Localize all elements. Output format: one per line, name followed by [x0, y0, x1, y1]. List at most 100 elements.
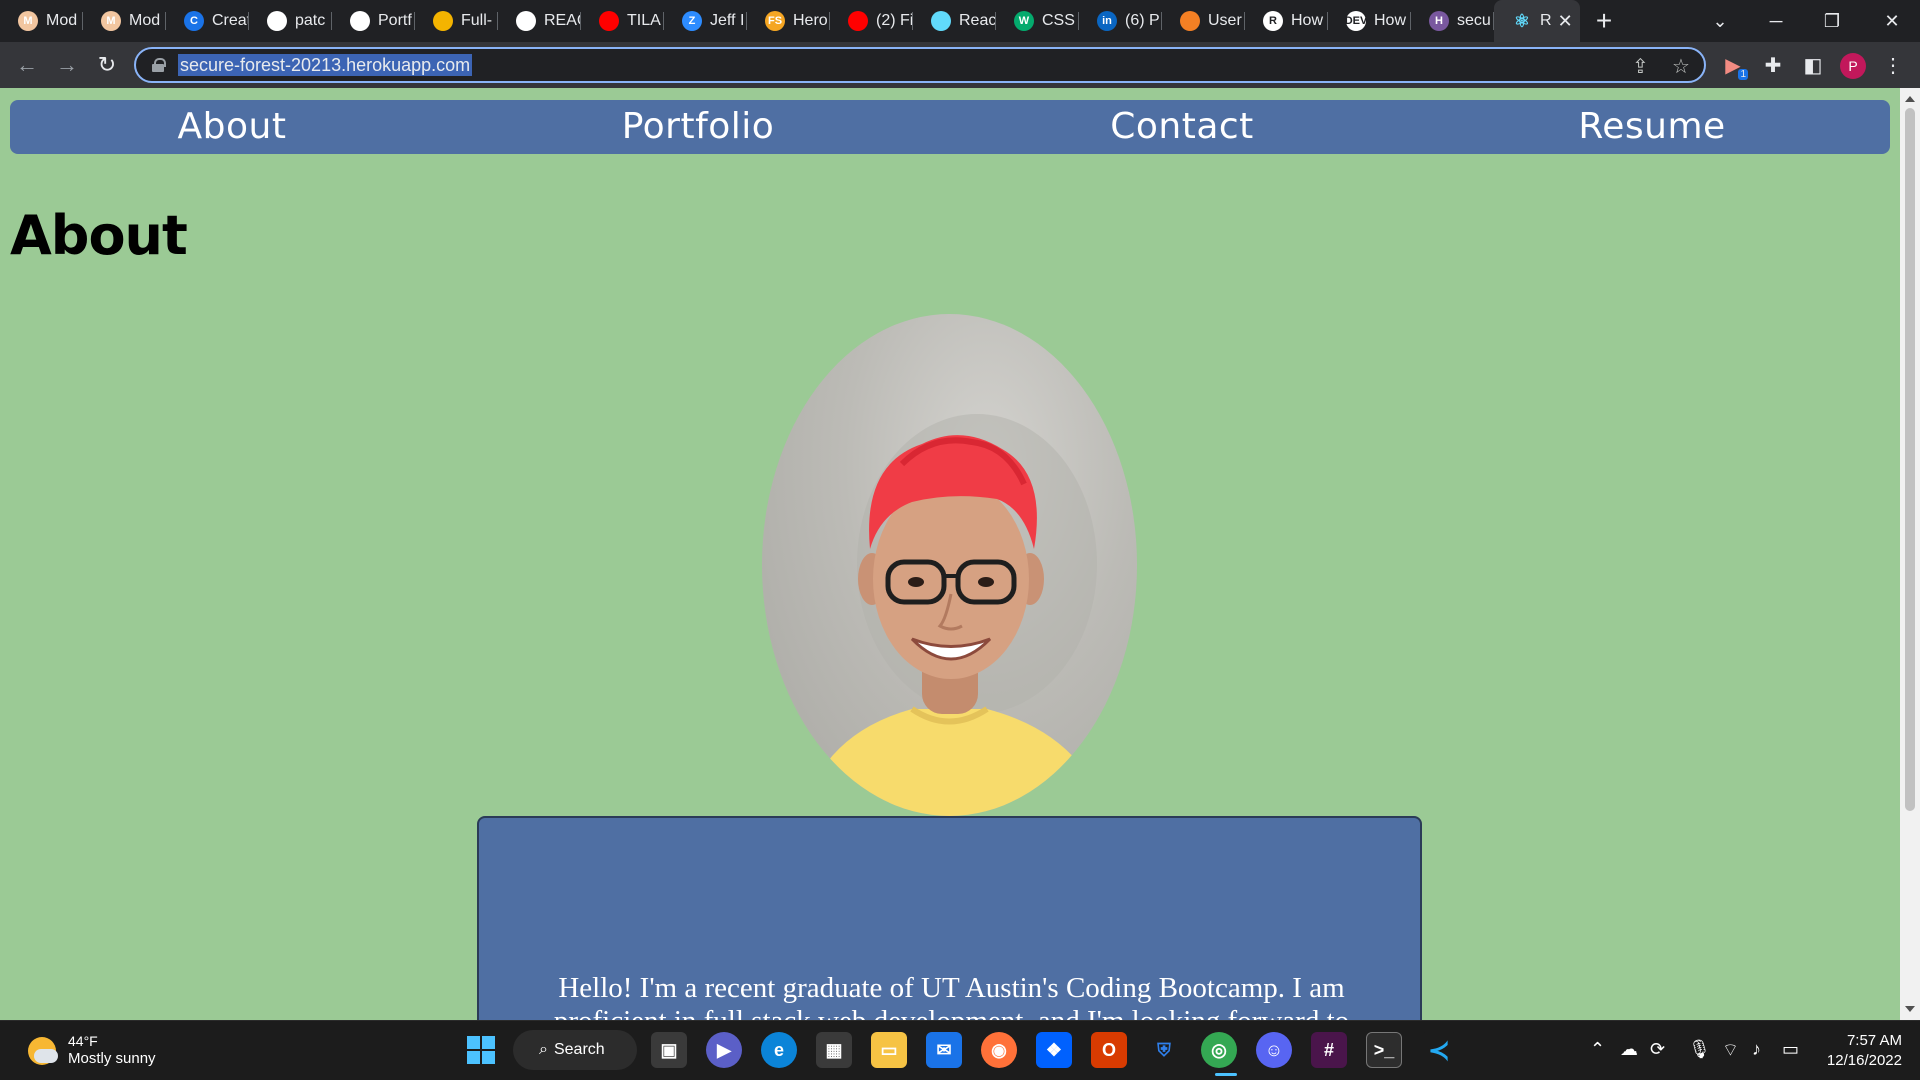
tab-label: patc: [295, 12, 326, 29]
side-panel-icon[interactable]: ◧: [1800, 52, 1826, 78]
heroku-icon: H: [1429, 11, 1449, 31]
dropbox-icon[interactable]: ❖: [1036, 1032, 1072, 1068]
tab-label: Mod: [46, 12, 78, 29]
address-bar[interactable]: secure-forest-20213.herokuapp.com ⇪ ☆: [134, 47, 1706, 83]
nav-link-about[interactable]: About: [178, 100, 287, 154]
tab-14[interactable]: User: [1162, 0, 1245, 42]
microphone-icon[interactable]: 🎙: [1688, 1039, 1711, 1060]
nav-link-portfolio[interactable]: Portfolio: [622, 100, 775, 154]
back-icon[interactable]: ←: [12, 50, 42, 80]
create-icon: C: [184, 11, 204, 31]
minimize-icon[interactable]: ─: [1748, 0, 1804, 42]
tab-9[interactable]: FS Hero: [747, 0, 830, 42]
scrollbar-thumb[interactable]: [1905, 108, 1915, 811]
vscode-icon[interactable]: ≺: [1421, 1032, 1457, 1068]
extensions-puzzle-icon[interactable]: ✚: [1760, 52, 1786, 78]
taskbar-search[interactable]: ⌕ Search: [513, 1030, 637, 1070]
tab-6[interactable]: REAC: [498, 0, 581, 42]
about-card: Hello! I'm a recent graduate of UT Austi…: [477, 816, 1422, 1020]
teams-chat-icon[interactable]: ▶: [706, 1032, 742, 1068]
store-icon[interactable]: ▦: [816, 1032, 852, 1068]
tab-16[interactable]: DEV How: [1328, 0, 1411, 42]
tab-7[interactable]: TILA: [581, 0, 664, 42]
globe-icon: M: [101, 11, 121, 31]
extension-badge-icon[interactable]: ▶ 1: [1720, 52, 1748, 80]
tab-label: TILA: [627, 12, 661, 29]
page-scrollbar[interactable]: [1900, 88, 1920, 1020]
firefox-icon[interactable]: ◉: [981, 1032, 1017, 1068]
tab-3[interactable]: patc: [249, 0, 332, 42]
chrome-icon[interactable]: ◎: [1201, 1032, 1237, 1068]
weather-widget[interactable]: 44°F Mostly sunny: [28, 1033, 156, 1068]
scroll-up-icon[interactable]: [1905, 96, 1915, 102]
defender-icon[interactable]: ⛨: [1146, 1032, 1182, 1068]
tab-12[interactable]: W CSS: [996, 0, 1079, 42]
tab-strip: M Mod M Mod C Creat patc Portf Full- REAC TILA Z Jef…: [0, 0, 1920, 42]
tab-8[interactable]: Z Jeff I: [664, 0, 747, 42]
stackoverflow-icon: [1180, 11, 1200, 31]
github-icon: [516, 11, 536, 31]
terminal-icon[interactable]: >_: [1366, 1032, 1402, 1068]
file-explorer-icon[interactable]: ▭: [871, 1032, 907, 1068]
close-window-icon[interactable]: ✕: [1864, 0, 1920, 42]
mail-icon[interactable]: ✉: [926, 1032, 962, 1068]
nav-link-resume[interactable]: Resume: [1578, 100, 1725, 154]
office-icon[interactable]: O: [1091, 1032, 1127, 1068]
tab-5[interactable]: Full-: [415, 0, 498, 42]
slack-icon[interactable]: #: [1311, 1032, 1347, 1068]
battery-icon[interactable]: ▭: [1782, 1039, 1799, 1060]
url-text[interactable]: secure-forest-20213.herokuapp.com: [178, 54, 473, 76]
tab-label: Mod: [129, 12, 161, 29]
forward-icon[interactable]: →: [52, 50, 82, 80]
tab-13[interactable]: in (6) P: [1079, 0, 1162, 42]
sync-icon[interactable]: ⟳: [1650, 1039, 1665, 1060]
close-tab-icon[interactable]: ✕: [1558, 11, 1573, 32]
tab-17[interactable]: Hsecu: [1411, 0, 1494, 42]
tab-0[interactable]: M Mod: [0, 0, 83, 42]
bookmark-star-icon[interactable]: ☆: [1672, 54, 1690, 79]
tab-label: Reac: [959, 12, 995, 29]
tab-label: REAC: [544, 12, 580, 29]
page-viewport: About Portfolio Contact Resume About Hel…: [0, 88, 1900, 1020]
volume-icon[interactable]: ♪: [1752, 1039, 1761, 1060]
tab-11[interactable]: Reac: [913, 0, 996, 42]
tab-label: How: [1291, 12, 1324, 29]
tab-search-icon[interactable]: ⌄: [1692, 0, 1748, 42]
browser-toolbar: ← → ↻ secure-forest-20213.herokuapp.com …: [0, 42, 1920, 88]
tab-label: Jeff I: [710, 12, 745, 29]
edge-icon[interactable]: e: [761, 1032, 797, 1068]
tab-label: R: [1540, 12, 1552, 29]
taskbar-clock[interactable]: 7:57 AM 12/16/2022: [1824, 1031, 1902, 1071]
start-windows-icon[interactable]: [463, 1032, 499, 1068]
tab-label: Creat: [212, 12, 248, 29]
new-tab-button[interactable]: +: [1584, 0, 1624, 42]
restore-icon[interactable]: ❐: [1804, 0, 1860, 42]
w3schools-icon: W: [1014, 11, 1034, 31]
react-icon: ⚛: [1513, 10, 1531, 31]
tab-4[interactable]: Portf: [332, 0, 415, 42]
linkedin-icon: in: [1097, 11, 1117, 31]
scroll-down-icon[interactable]: [1905, 1006, 1915, 1012]
tab-2[interactable]: C Creat: [166, 0, 249, 42]
tab-active[interactable]: ⚛ R ✕: [1494, 0, 1580, 42]
tray-overflow-icon[interactable]: ⌃: [1590, 1039, 1605, 1060]
nav-link-contact[interactable]: Contact: [1110, 100, 1254, 154]
clock-time: 7:57 AM: [1846, 1032, 1902, 1049]
lock-icon[interactable]: [152, 58, 166, 72]
profile-avatar[interactable]: P: [1840, 53, 1866, 79]
tab-label: User: [1208, 12, 1242, 29]
onedrive-icon[interactable]: ☁: [1620, 1039, 1638, 1060]
tab-label: CSS: [1042, 12, 1075, 29]
wifi-icon[interactable]: ⌔: [1722, 1039, 1739, 1062]
share-icon[interactable]: ⇪: [1632, 54, 1649, 79]
taskbar-search-label: Search: [553, 1041, 605, 1058]
task-view-icon[interactable]: ▣: [651, 1032, 687, 1068]
slides-icon: [433, 11, 453, 31]
tab-15[interactable]: R How: [1245, 0, 1328, 42]
reload-icon[interactable]: ↻: [92, 50, 122, 80]
discord-icon[interactable]: ☺: [1256, 1032, 1292, 1068]
tab-10[interactable]: (2) Fi: [830, 0, 913, 42]
tab-1[interactable]: M Mod: [83, 0, 166, 42]
menu-kebab-icon[interactable]: ⋮: [1880, 52, 1906, 78]
tab-label: secu: [1457, 12, 1491, 29]
